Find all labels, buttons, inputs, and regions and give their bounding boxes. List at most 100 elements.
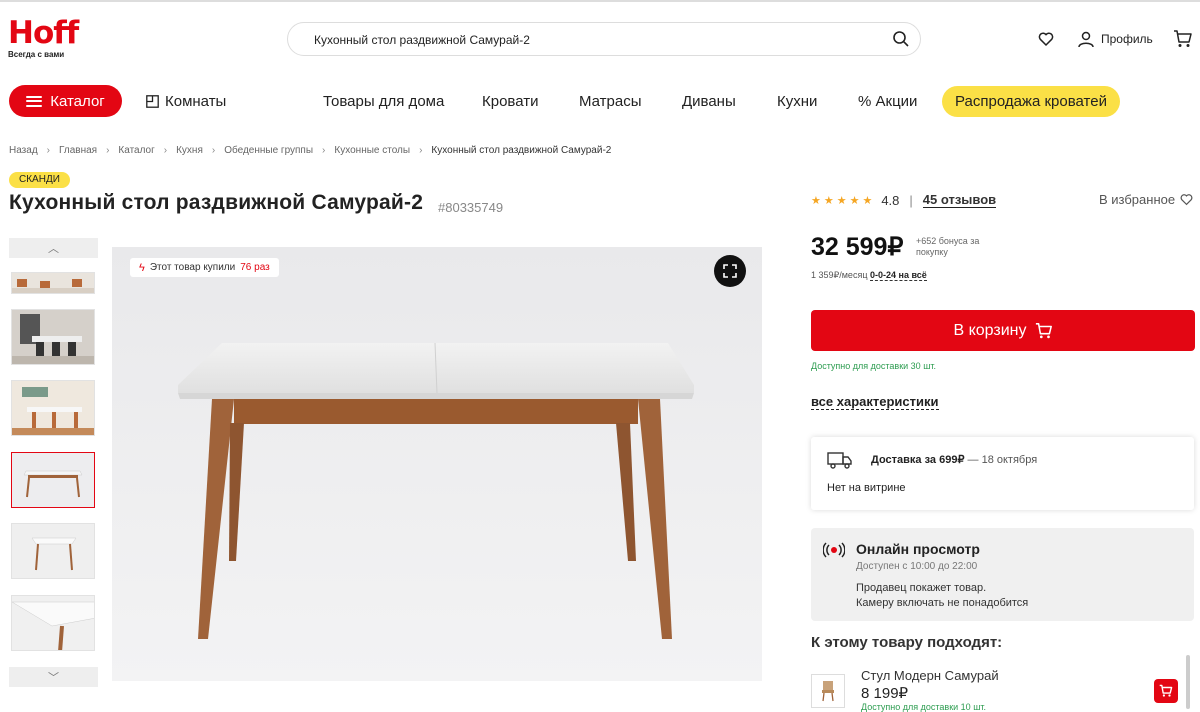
thumbnail-image [12, 381, 94, 435]
online-view-line-1: Продавец покажет товар. [856, 582, 987, 594]
bed-sale-button[interactable]: Распродажа кроватей [942, 86, 1120, 117]
chevron-right-icon: › [163, 145, 168, 156]
chevron-right-icon: › [322, 145, 326, 156]
breadcrumb: Назад › Главная › Каталог › Кухня › Обеденны… [9, 145, 611, 156]
breadcrumb-catalog[interactable]: Каталог [118, 145, 154, 156]
product-title: Кухонный стол раздвижной Самурай-2 [9, 191, 424, 214]
showroom-status: Нет на витрине [827, 482, 906, 494]
lightning-icon: ϟ [139, 261, 145, 274]
all-specs-link[interactable]: все характеристики [811, 394, 939, 410]
thumbnail-image [12, 524, 94, 578]
catalog-button[interactable]: Каталог [9, 85, 122, 117]
online-view-line-2: Камеру включать не понадобится [856, 597, 1029, 609]
heart-icon[interactable] [1038, 31, 1054, 47]
heart-icon [1180, 194, 1193, 206]
rooms-label: Комнаты [165, 93, 227, 110]
thumbnail-4-selected[interactable] [11, 452, 95, 508]
thumbnail-image [12, 453, 94, 507]
online-view-description: Продавец покажет товар. Камеру включать … [856, 581, 1028, 611]
credit-info: 1 359₽/месяц 0-0-24 на всё [811, 270, 927, 281]
nav-mattresses[interactable]: Матрасы [579, 93, 642, 110]
product-main-image[interactable] [112, 247, 762, 681]
divider: | [909, 192, 913, 208]
chevron-right-icon: › [46, 145, 50, 156]
breadcrumb-home[interactable]: Главная [59, 145, 97, 156]
rooms-icon [146, 95, 159, 108]
thumbnail-5[interactable] [11, 523, 95, 579]
nav-beds[interactable]: Кровати [482, 93, 538, 110]
expand-icon [723, 264, 737, 278]
thumbnail-6[interactable] [11, 595, 95, 651]
chevron-right-icon: › [106, 145, 110, 156]
delivery-card: Доставка за 699₽ — 18 октября Нет на вит… [811, 437, 1194, 510]
brand-logo[interactable]: Hoff Всегда с вами [8, 18, 79, 60]
related-add-to-cart-button[interactable] [1154, 679, 1178, 703]
user-icon [1078, 31, 1094, 48]
search-icon[interactable] [892, 30, 910, 48]
thumbnails-scroll-up[interactable]: ︿ [9, 238, 98, 258]
online-view-card[interactable]: Онлайн просмотр Доступен с 10:00 до 22:0… [811, 528, 1194, 621]
breadcrumb-kitchen[interactable]: Кухня [176, 145, 203, 156]
favorites-label: В избранное [1099, 192, 1176, 207]
thumbnail-image [12, 273, 94, 293]
online-view-hours: Доступен с 10:00 до 22:00 [856, 561, 978, 572]
breadcrumb-back[interactable]: Назад [9, 145, 38, 156]
catalog-label: Каталог [50, 92, 105, 110]
chevron-right-icon: › [419, 145, 423, 156]
nav-rooms[interactable]: Комнаты [146, 93, 226, 110]
cart-icon[interactable] [1173, 29, 1193, 49]
live-broadcast-icon [823, 542, 845, 558]
star-rating-icon: ★★★★★ [811, 194, 876, 207]
nav-promotions[interactable]: % Акции [858, 93, 917, 110]
thumbnail-image [12, 596, 94, 650]
profile-label: Профиль [1101, 32, 1153, 46]
credit-link[interactable]: 0-0-24 на всё [870, 270, 927, 281]
table-photo [112, 247, 762, 681]
nav-kitchens[interactable]: Кухни [777, 93, 817, 110]
add-to-cart-button[interactable]: В корзину [811, 310, 1195, 351]
breadcrumb-dining-groups[interactable]: Обеденные группы [224, 145, 313, 156]
cart-icon [1159, 684, 1173, 697]
thumbnails-scroll-down[interactable]: ﹀ [9, 667, 98, 687]
panel-scrollbar[interactable] [1186, 655, 1190, 709]
rating-value: 4.8 [881, 192, 900, 208]
top-border [0, 0, 1200, 2]
logo-tagline: Всегда с вами [8, 50, 65, 59]
chevron-right-icon: › [211, 145, 216, 156]
search-input[interactable] [312, 23, 876, 57]
popularity-badge: ϟ Этот товар купили 76 раз [130, 258, 279, 277]
delivery-line: Доставка за 699₽ — 18 октября [871, 453, 1037, 466]
chevron-up-icon: ︿ [48, 243, 59, 255]
nav-sofas[interactable]: Диваны [682, 93, 736, 110]
thumbnail-2[interactable] [11, 309, 95, 365]
bonus-info: +652 бонуса за покупку [916, 236, 980, 257]
profile-link[interactable]: Профиль [1077, 29, 1153, 49]
online-view-title: Онлайн просмотр [856, 541, 980, 557]
reviews-link[interactable]: 45 отзывов [922, 192, 997, 208]
thumbnail-3[interactable] [11, 380, 95, 436]
related-product-price: 8 199₽ [861, 685, 909, 702]
search-bar[interactable] [287, 22, 921, 57]
related-product-name[interactable]: Стул Модерн Самурай [861, 668, 999, 683]
thumbnail-1[interactable] [11, 272, 95, 294]
menu-icon [26, 95, 43, 107]
delivery-date: — 18 октября [967, 454, 1038, 466]
cart-icon [1035, 322, 1052, 338]
thumbnail-image [12, 310, 94, 364]
product-price: 32 599₽ [811, 233, 904, 261]
fullscreen-button[interactable] [714, 255, 746, 287]
availability-text: Доступно для доставки 30 шт. [811, 361, 937, 371]
style-badge[interactable]: СКАНДИ [9, 172, 70, 188]
truck-icon [827, 452, 852, 469]
add-to-favorites[interactable]: В избранное [1099, 192, 1193, 207]
bought-prefix: Этот товар купили [149, 262, 236, 273]
rating-block: ★★★★★ 4.8 | 45 отзывов [811, 192, 997, 208]
related-product-image[interactable] [811, 674, 845, 708]
delivery-price: Доставка за 699₽ [871, 454, 965, 466]
bought-count: 76 раз [240, 262, 270, 273]
breadcrumb-kitchen-tables[interactable]: Кухонные столы [334, 145, 410, 156]
related-heading: К этому товару подходят: [811, 634, 1003, 651]
nav-home-goods[interactable]: Товары для дома [323, 93, 444, 110]
related-product-availability: Доступно для доставки 10 шт. [861, 702, 987, 712]
chair-icon [822, 681, 834, 702]
